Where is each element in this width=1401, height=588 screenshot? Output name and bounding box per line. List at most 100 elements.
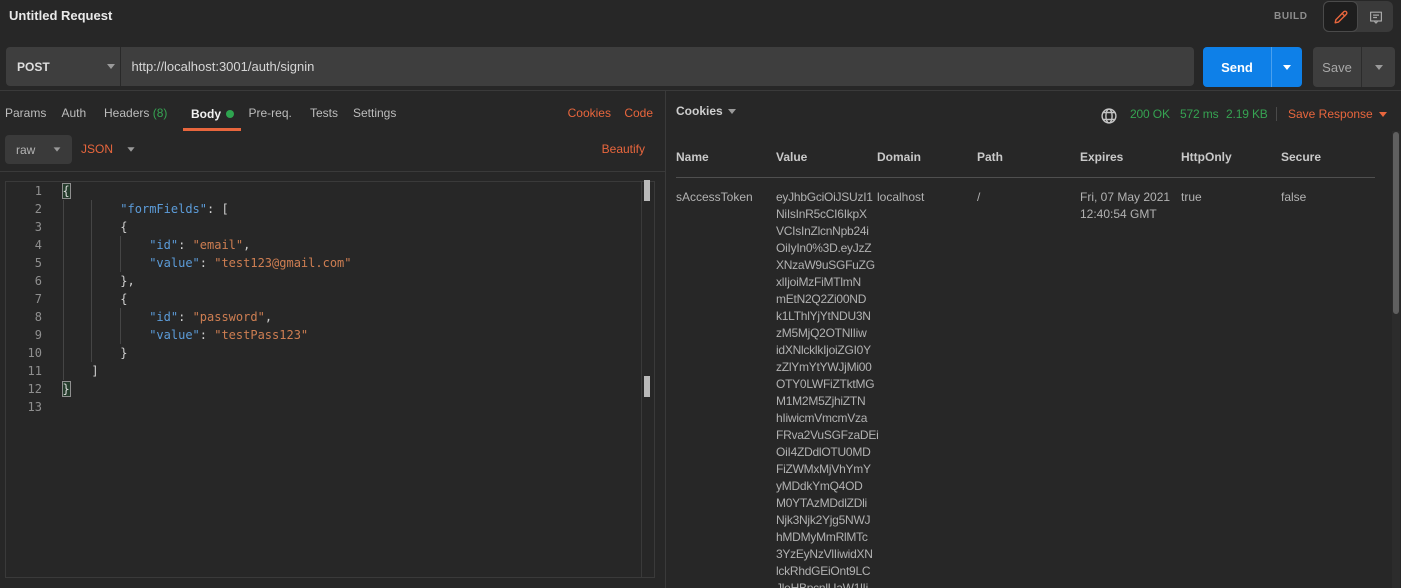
line-number: 4 bbox=[6, 236, 42, 254]
tab-badge: (8) bbox=[149, 106, 167, 120]
method-select[interactable]: POST bbox=[6, 47, 121, 86]
tab-pre-req-[interactable]: Pre-req. bbox=[249, 106, 292, 120]
language-caret-icon bbox=[127, 147, 134, 152]
editor-line[interactable]: 9 "value": "testPass123" bbox=[6, 326, 654, 344]
comment-mode-button[interactable] bbox=[1358, 1, 1393, 32]
cell-value-line: hIiwicmVmcmVza bbox=[776, 410, 877, 427]
editor-line[interactable]: 2 "formFields": [ bbox=[6, 200, 654, 218]
cell-value-line: OiIyIn0%3D.eyJzZ bbox=[776, 240, 877, 257]
tab-params[interactable]: Params bbox=[5, 106, 46, 120]
line-number: 12 bbox=[6, 380, 42, 398]
tab-body[interactable]: Body bbox=[183, 91, 241, 131]
cell-secure: false bbox=[1281, 189, 1375, 588]
tab-settings[interactable]: Settings bbox=[353, 106, 396, 120]
response-cookies-caret-icon bbox=[728, 109, 736, 114]
editor-line[interactable]: 8 "id": "password", bbox=[6, 308, 654, 326]
cell-value-line: JleHBpcnlUaW1lIj bbox=[776, 580, 877, 588]
network-globe-icon[interactable] bbox=[1101, 108, 1117, 124]
cell-value-line: Njk3Njk2Yjg5NWJ bbox=[776, 512, 877, 529]
cell-value-line: eyJhbGciOiJSUzI1 bbox=[776, 189, 877, 206]
send-options-button[interactable] bbox=[1272, 47, 1302, 87]
tab-headers[interactable]: Headers (8) bbox=[104, 106, 167, 120]
line-number: 8 bbox=[6, 308, 42, 326]
divider-response-meta bbox=[1276, 107, 1277, 121]
build-label: BUILD bbox=[1274, 11, 1308, 22]
column-header-value: Value bbox=[776, 150, 877, 164]
tab-auth[interactable]: Auth bbox=[62, 106, 87, 120]
url-input[interactable]: http://localhost:3001/auth/signin bbox=[132, 59, 315, 74]
cell-httponly-line: true bbox=[1181, 189, 1281, 206]
method-label: POST bbox=[17, 60, 50, 74]
editor-line[interactable]: 6 }, bbox=[6, 272, 654, 290]
request-title: Untitled Request bbox=[9, 8, 112, 23]
language-select[interactable]: JSON bbox=[81, 142, 135, 156]
cookies-link[interactable]: Cookies bbox=[568, 106, 611, 120]
editor-line[interactable]: 4 "id": "email", bbox=[6, 236, 654, 254]
response-scrollbar-thumb[interactable] bbox=[1393, 132, 1399, 314]
editor-line[interactable]: 1{ bbox=[6, 182, 654, 200]
request-tabs: Cookies Code Params Auth Headers (8) Body Pr… bbox=[0, 91, 665, 131]
indent-guide bbox=[120, 236, 121, 272]
line-number: 3 bbox=[6, 218, 42, 236]
tab-tests[interactable]: Tests bbox=[310, 106, 338, 120]
save-button-label[interactable]: Save bbox=[1313, 47, 1362, 87]
body-mode-select[interactable]: raw bbox=[5, 135, 72, 164]
cell-expires-line: Fri, 07 May 2021 bbox=[1080, 189, 1181, 206]
save-response-label: Save Response bbox=[1288, 107, 1373, 121]
response-status[interactable]: 200 OK bbox=[1130, 107, 1170, 121]
send-button-label[interactable]: Send bbox=[1203, 47, 1272, 87]
response-time[interactable]: 572 ms bbox=[1180, 107, 1218, 121]
editor-line[interactable]: 13 bbox=[6, 398, 654, 416]
response-size[interactable]: 2.19 KB bbox=[1226, 107, 1268, 121]
editor-line[interactable]: 11 ] bbox=[6, 362, 654, 380]
cell-value-line: zM5MjQ2OTNlIiw bbox=[776, 325, 877, 342]
method-caret-icon bbox=[107, 64, 115, 69]
cell-domain: localhost bbox=[877, 189, 977, 588]
line-number: 11 bbox=[6, 362, 42, 380]
cell-name-line: sAccessToken bbox=[676, 189, 776, 206]
body-mode-caret-icon bbox=[54, 147, 61, 151]
save-button[interactable]: Save bbox=[1313, 47, 1395, 87]
save-options-button[interactable] bbox=[1362, 47, 1395, 87]
send-button[interactable]: Send bbox=[1203, 47, 1302, 87]
cell-domain-line: localhost bbox=[877, 189, 977, 206]
language-label: JSON bbox=[81, 142, 113, 156]
code-line-text: }, bbox=[63, 272, 135, 290]
request-panel: Cookies Code Params Auth Headers (8) Body Pr… bbox=[0, 91, 665, 588]
line-number: 10 bbox=[6, 344, 42, 362]
beautify-link[interactable]: Beautify bbox=[602, 142, 645, 156]
code-link[interactable]: Code bbox=[624, 106, 653, 120]
save-response-button[interactable]: Save Response bbox=[1288, 107, 1387, 121]
line-number: 9 bbox=[6, 326, 42, 344]
column-header-path: Path bbox=[977, 150, 1080, 164]
editor-line[interactable]: 7 { bbox=[6, 290, 654, 308]
cell-value-line: OTY0LWFiZTktMG bbox=[776, 376, 877, 393]
editor-scrollbar-mark bbox=[644, 376, 650, 397]
indent-guide bbox=[63, 200, 64, 380]
editor-line[interactable]: 12} bbox=[6, 380, 654, 398]
cookie-table-header: NameValueDomainPathExpiresHttpOnlySecure bbox=[676, 150, 1385, 164]
pencil-icon bbox=[1333, 9, 1349, 25]
editor-line[interactable]: 3 { bbox=[6, 218, 654, 236]
line-number: 13 bbox=[6, 398, 42, 416]
body-mode-label: raw bbox=[16, 143, 35, 157]
cell-value-line: M1M2M5ZjhiZTN bbox=[776, 393, 877, 410]
code-line-text: "value": "test123@gmail.com" bbox=[63, 254, 352, 272]
response-cookies-dropdown[interactable]: Cookies bbox=[676, 104, 736, 118]
editor-line[interactable]: 5 "value": "test123@gmail.com" bbox=[6, 254, 654, 272]
editor-line[interactable]: 10 } bbox=[6, 344, 654, 362]
cell-value-line: yMDdkYmQ4OD bbox=[776, 478, 877, 495]
cell-value-line: VCIsInZlcnNpb24i bbox=[776, 223, 877, 240]
code-line-text: { bbox=[63, 182, 70, 200]
cookie-table-header-divider bbox=[676, 177, 1375, 178]
cell-value-line: hMDMyMmRlMTc bbox=[776, 529, 877, 546]
body-dot-icon bbox=[226, 110, 234, 118]
cell-name: sAccessToken bbox=[676, 189, 776, 588]
cell-value-line: NiIsInR5cCI6IkpX bbox=[776, 206, 877, 223]
code-editor[interactable]: 1{2 "formFields": [3 {4 "id": "email",5 … bbox=[5, 181, 655, 578]
cell-value-line: M0YTAzMDdlZDli bbox=[776, 495, 877, 512]
line-number: 6 bbox=[6, 272, 42, 290]
response-cookies-label: Cookies bbox=[676, 104, 723, 118]
code-line-text: { bbox=[63, 218, 128, 236]
edit-mode-button[interactable] bbox=[1323, 1, 1358, 32]
